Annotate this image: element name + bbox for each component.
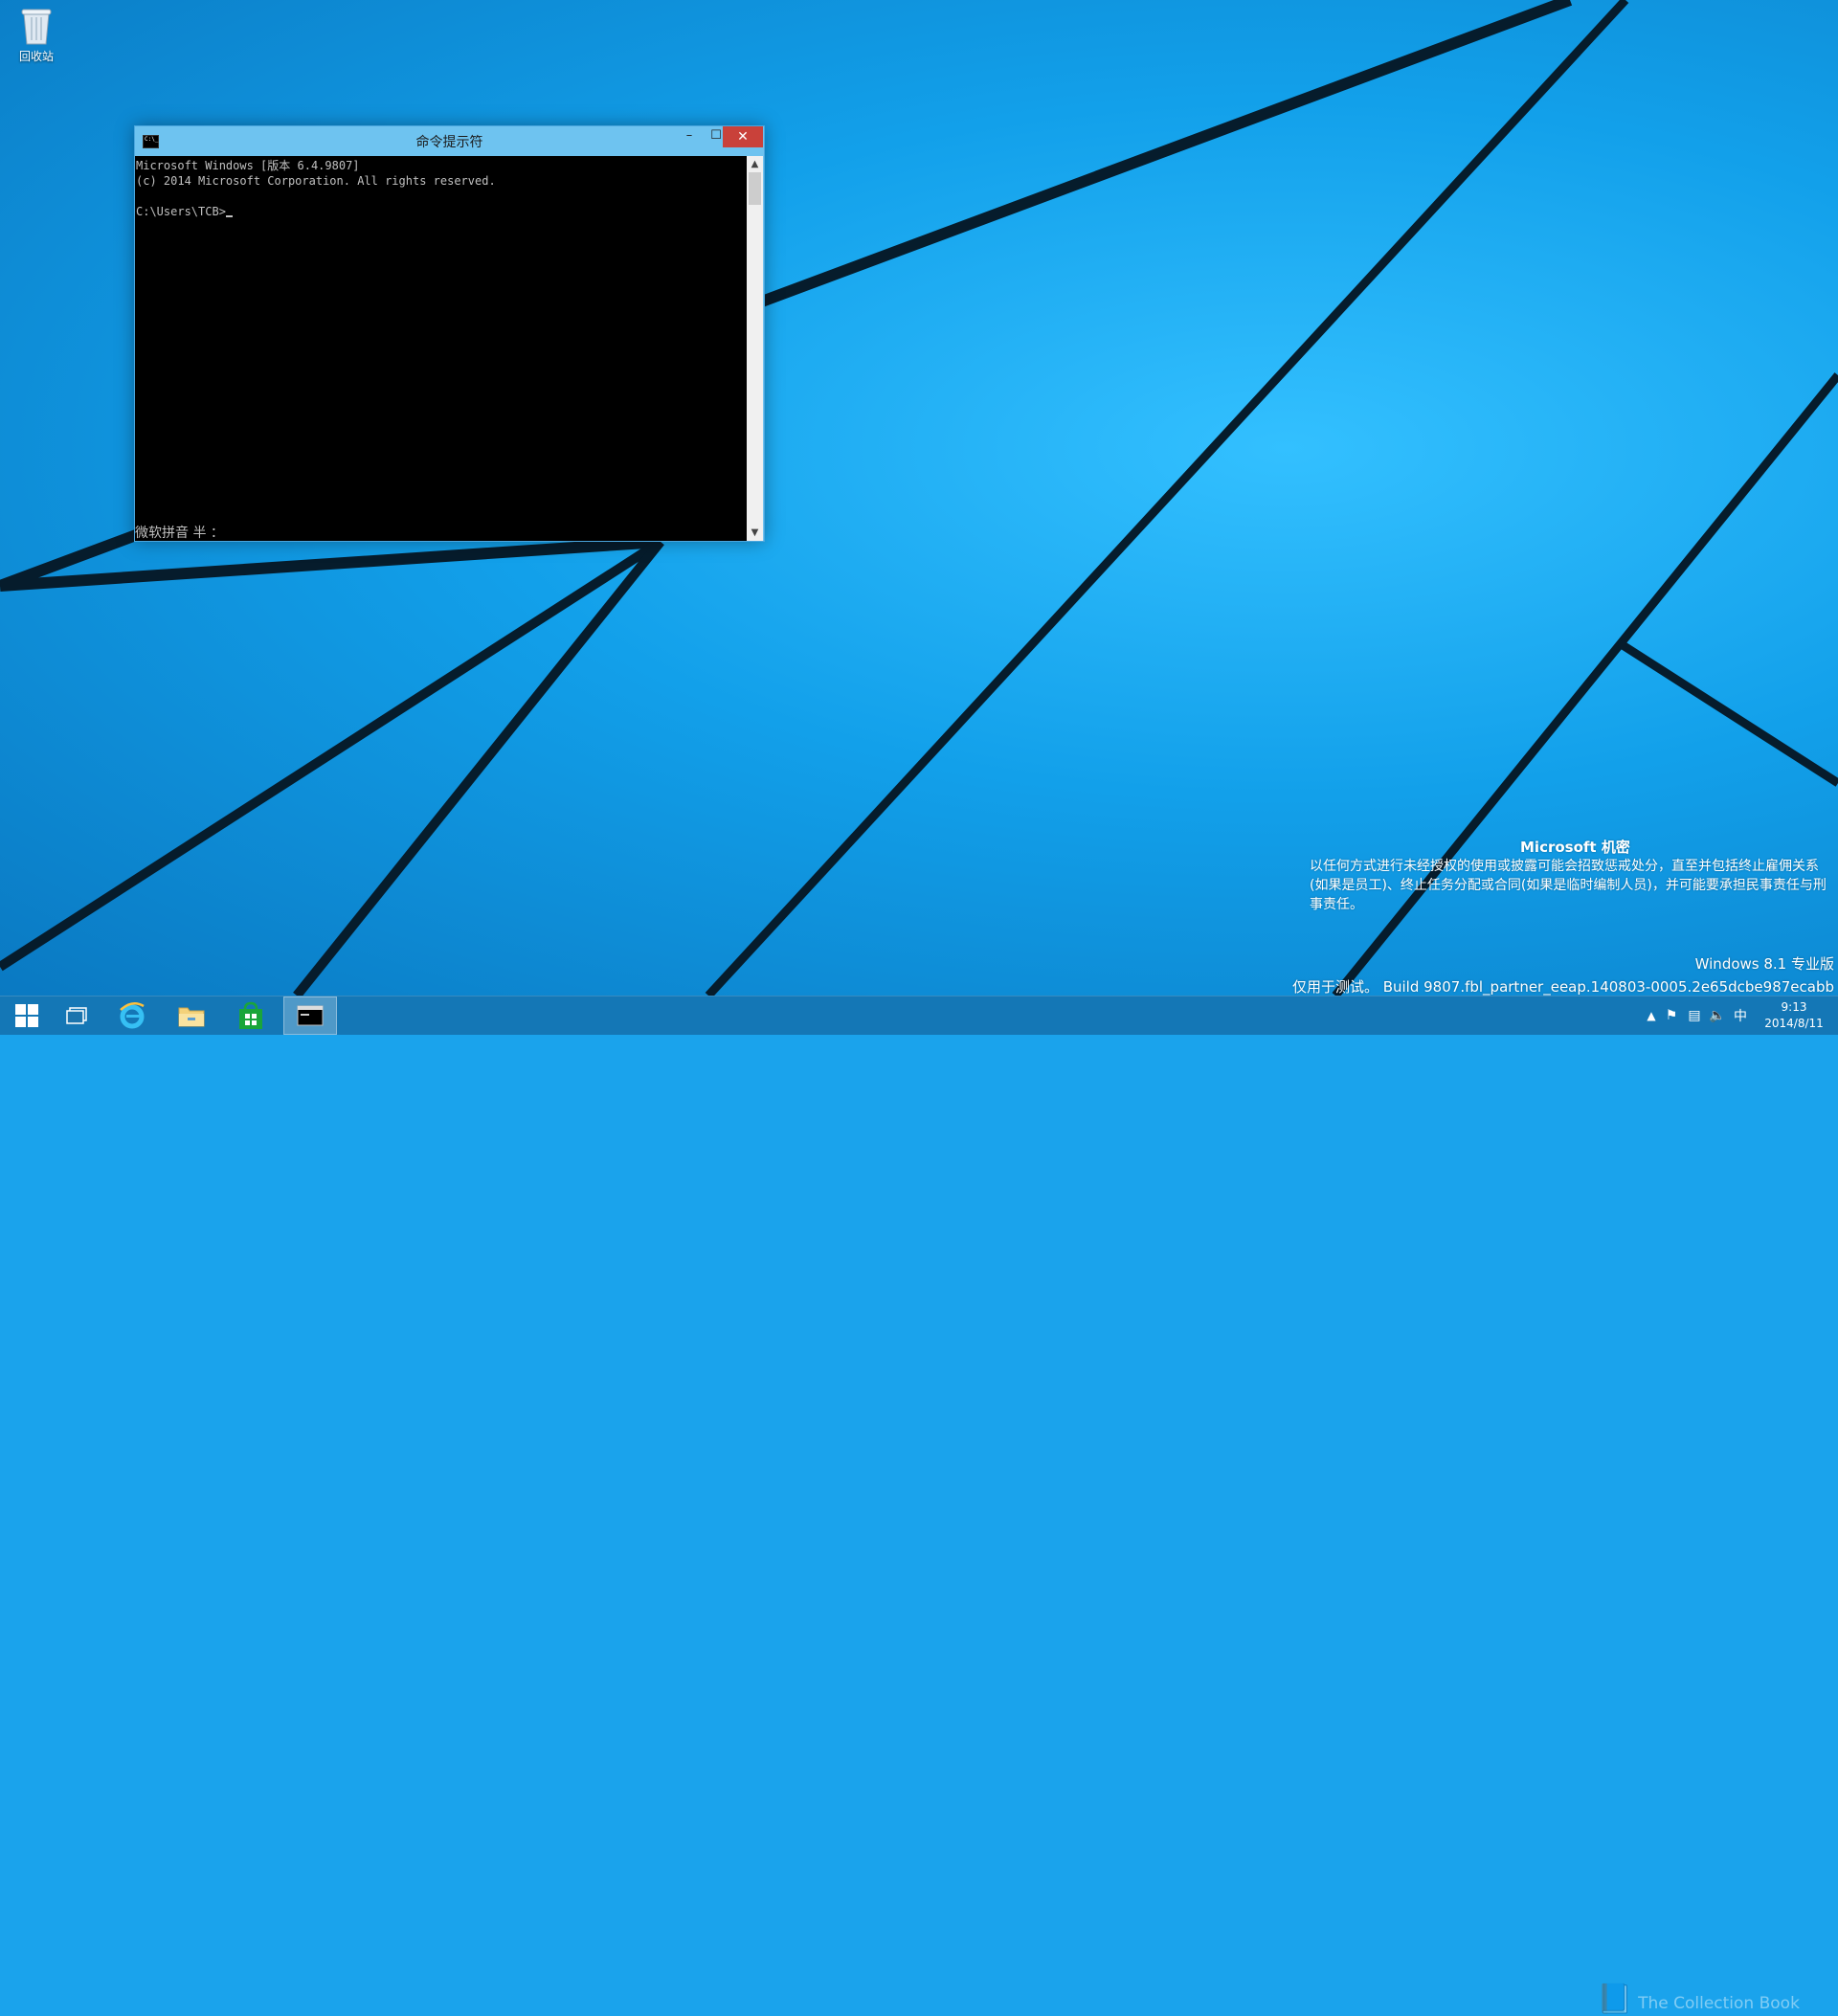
site-watermark-text: The Collection Book: [1638, 1994, 1800, 2013]
vertical-scrollbar[interactable]: ▲ ▼: [747, 156, 763, 541]
recycle-bin[interactable]: 回收站: [11, 6, 61, 64]
console-line: (c) 2014 Microsoft Corporation. All righ…: [136, 174, 496, 188]
ime-indicator[interactable]: 中: [1729, 1006, 1752, 1025]
show-hidden-icons-chevron-icon[interactable]: ▲: [1643, 1009, 1660, 1022]
store-bag-icon: [239, 1001, 262, 1029]
prompt-text: C:\Users\TCB>: [136, 205, 226, 218]
scroll-up-arrow-icon[interactable]: ▲: [747, 156, 763, 172]
folder-icon: [178, 1007, 205, 1027]
scrollbar-thumb[interactable]: [749, 172, 761, 205]
console-line: Microsoft Windows [版本 6.4.9807]: [136, 159, 360, 172]
clock-date: 2014/8/11: [1764, 1017, 1824, 1030]
windows-edition: Windows 8.1 专业版: [1694, 955, 1834, 973]
action-center-flag-icon[interactable]: ⚑: [1660, 1008, 1683, 1023]
book-icon: 📘: [1597, 1982, 1633, 2016]
network-icon[interactable]: ▤: [1683, 1008, 1706, 1023]
console-prompt: C:\Users\TCB>: [135, 204, 747, 219]
scroll-down-arrow-icon[interactable]: ▼: [747, 525, 763, 541]
build-string: 仅用于测试。 Build 9807.fbl_partner_eeap.14080…: [1291, 978, 1834, 996]
ime-status: 微软拼音 半 ：: [135, 526, 224, 541]
text-cursor: [225, 215, 233, 217]
internet-explorer-icon: [120, 1002, 145, 1029]
taskbar-cmd-button[interactable]: [283, 997, 337, 1035]
cmd-titlebar[interactable]: C:\_ 命令提示符 – ☐ ✕: [135, 126, 764, 156]
close-button[interactable]: ✕: [723, 126, 763, 147]
recycle-bin-label: 回收站: [18, 50, 54, 63]
task-view-icon: [66, 1007, 87, 1024]
system-tray: ▲ ⚑ ▤ 🔈 中: [1643, 997, 1752, 1035]
internet-explorer-button[interactable]: [105, 997, 159, 1035]
window-title: 命令提示符: [415, 135, 483, 150]
file-explorer-button[interactable]: [165, 997, 218, 1035]
volume-icon[interactable]: 🔈: [1706, 1008, 1729, 1023]
cmd-window[interactable]: C:\_ 命令提示符 – ☐ ✕ Microsoft Windows [版本 6…: [134, 125, 765, 542]
site-watermark: 📘 The Collection Book: [1597, 1982, 1800, 2016]
recycle-bin-icon: [20, 6, 53, 46]
task-view-button[interactable]: [50, 997, 103, 1035]
clock[interactable]: 9:13 2014/8/11: [1760, 999, 1828, 1032]
taskbar: 📘 The Collection Book ▲ ⚑ ▤ 🔈 中 9:13 201…: [0, 996, 1838, 2016]
minimize-button[interactable]: –: [676, 126, 703, 147]
start-button[interactable]: [0, 997, 54, 1035]
console-output[interactable]: Microsoft Windows [版本 6.4.9807] (c) 2014…: [135, 156, 747, 541]
watermark-title: Microsoft 机密: [1520, 839, 1630, 856]
desktop: 回收站 C:\_ 命令提示符 – ☐ ✕ Microsoft Windows […: [0, 0, 1838, 996]
clock-time: 9:13: [1781, 1000, 1807, 1014]
store-button[interactable]: [224, 997, 278, 1035]
command-prompt-icon: [297, 1005, 324, 1026]
watermark-body: 以任何方式进行未经授权的使用或披露可能会招致惩戒处分，直至并包括终止雇佣关系(如…: [1310, 859, 1827, 912]
windows-logo-icon: [15, 1004, 38, 1027]
